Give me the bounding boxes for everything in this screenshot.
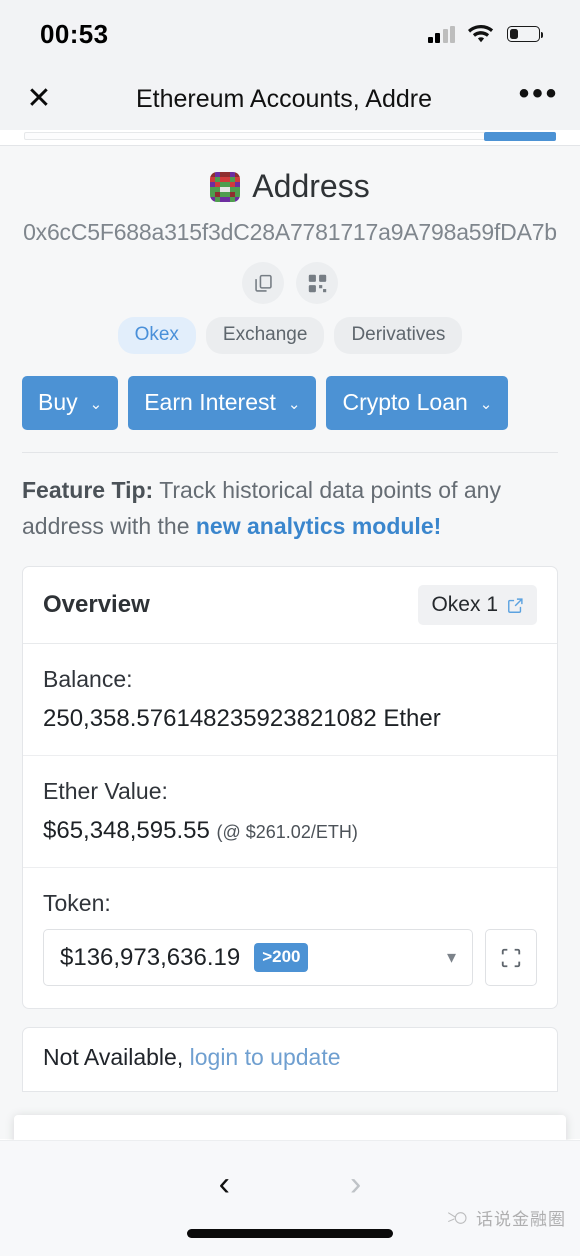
wifi-icon <box>468 24 494 42</box>
buy-button-label: Buy <box>38 389 78 415</box>
balance-label: Balance: <box>43 666 133 693</box>
status-icons <box>427 24 544 44</box>
tab-strip-active-segment[interactable] <box>484 132 556 141</box>
copy-address-button[interactable] <box>242 262 284 304</box>
chevron-down-icon: ▾ <box>446 947 456 968</box>
secondary-card-value: Not Available, login to update <box>43 1044 537 1071</box>
feature-tip: Feature Tip: Track historical data point… <box>0 453 580 544</box>
chip-derivatives[interactable]: Derivatives <box>334 317 463 354</box>
qr-code-icon <box>308 274 326 292</box>
entity-label-text: Okex 1 <box>431 593 498 617</box>
ether-rate: (@ $261.02/ETH) <box>216 822 358 843</box>
overview-card-header: Overview Okex 1 <box>23 567 557 645</box>
address-blockie-icon <box>210 171 241 202</box>
earn-interest-button-label: Earn Interest <box>144 389 276 415</box>
address-hash: 0x6cC5F688a315f3dC28A7781717a9A798a59fDA… <box>23 219 557 245</box>
chevron-down-icon: ⌄ <box>287 395 301 413</box>
balance-row: Balance: 250,358.576148235923821082 Ethe… <box>23 644 557 757</box>
login-to-update-link[interactable]: login to update <box>190 1044 341 1070</box>
chip-okex[interactable]: Okex <box>117 317 196 354</box>
web-page: Address 0x6cC5F688a315f3dC28A7781717a9A7… <box>0 130 580 1140</box>
page-content: Address 0x6cC5F688a315f3dC28A7781717a9A7… <box>0 146 580 1139</box>
forward-button[interactable]: › <box>350 1167 361 1201</box>
close-icon[interactable]: ✕ <box>0 84 78 114</box>
phone-screen: 00:53 ✕ Ethereum Accounts, Addre ••• Add… <box>0 0 580 1256</box>
cookie-consent-banner: This website uses cookies to improve you… <box>14 1115 566 1140</box>
external-link-icon <box>507 597 524 614</box>
crypto-loan-button-label: Crypto Loan <box>342 389 468 415</box>
crypto-loan-button[interactable]: Crypto Loan ⌄ <box>326 376 509 430</box>
battery-icon <box>507 26 544 42</box>
address-title-text: Address <box>252 168 370 204</box>
scrolled-tab-strip <box>0 130 580 146</box>
token-expand-button[interactable] <box>485 929 537 987</box>
watermark-text: 话说金融圈 <box>476 1210 566 1229</box>
cellular-signal-icon <box>427 25 455 43</box>
page-title: Ethereum Accounts, Addre <box>135 84 432 113</box>
address-header: Address 0x6cC5F688a315f3dC28A7781717a9A7… <box>0 146 580 354</box>
token-label: Token: <box>43 890 111 917</box>
token-controls: $136,973,636.19 >200 ▾ <box>43 929 537 987</box>
feature-tip-prefix: Feature Tip: <box>22 477 154 503</box>
status-bar: 00:53 <box>0 0 580 68</box>
ether-value-amount: $65,348,595.55 <box>43 817 210 845</box>
buy-button[interactable]: Buy ⌄ <box>22 376 119 430</box>
address-title-row: Address <box>0 168 580 205</box>
chip-exchange[interactable]: Exchange <box>205 317 325 354</box>
token-count-badge: >200 <box>254 943 309 973</box>
status-time: 00:53 <box>40 18 109 49</box>
cta-button-row: Buy ⌄ Earn Interest ⌄ Crypto Loan ⌄ <box>0 354 580 430</box>
browser-nav-arrows: ‹ › <box>0 1141 580 1201</box>
qr-code-button[interactable] <box>296 262 338 304</box>
balance-value: 250,358.576148235923821082 Ether <box>43 705 441 733</box>
chevron-down-icon: ⌄ <box>479 395 493 413</box>
back-button[interactable]: ‹ <box>219 1167 230 1201</box>
overview-card: Overview Okex 1 Balance: 250,358.5761482… <box>22 566 558 1010</box>
token-row: Token: $136,973,636.19 >200 ▾ <box>23 868 557 1008</box>
earn-interest-button[interactable]: Earn Interest ⌄ <box>128 376 317 430</box>
watermark-logo-icon <box>447 1211 467 1224</box>
browser-nav-bar: ✕ Ethereum Accounts, Addre ••• <box>0 68 580 130</box>
token-value: $136,973,636.19 <box>60 943 241 971</box>
browser-bottom-bar: ‹ › 话说金融圈 <box>0 1140 580 1256</box>
tab-strip-track <box>24 132 556 140</box>
more-options-icon[interactable]: ••• <box>498 77 580 121</box>
ether-value-row: Ether Value: $65,348,595.55 (@ $261.02/E… <box>23 756 557 869</box>
ether-value-label: Ether Value: <box>43 778 168 805</box>
home-indicator <box>187 1229 393 1238</box>
copy-icon <box>254 274 272 292</box>
chevron-down-icon: ⌄ <box>89 395 103 413</box>
ether-value-line: $65,348,595.55 (@ $261.02/ETH) <box>43 817 537 845</box>
entity-label-pill[interactable]: Okex 1 <box>418 585 537 626</box>
analytics-module-link[interactable]: new analytics module! <box>196 513 441 539</box>
token-dropdown[interactable]: $136,973,636.19 >200 ▾ <box>43 929 473 987</box>
address-tag-chips: Okex Exchange Derivatives <box>0 317 580 354</box>
not-available-text: Not Available, <box>43 1044 190 1071</box>
address-action-buttons <box>0 262 580 304</box>
secondary-card: Not Available, login to update <box>22 1027 558 1093</box>
watermark: 话说金融圈 <box>447 1205 566 1230</box>
expand-fullscreen-icon <box>501 948 521 967</box>
overview-heading: Overview <box>43 591 150 619</box>
